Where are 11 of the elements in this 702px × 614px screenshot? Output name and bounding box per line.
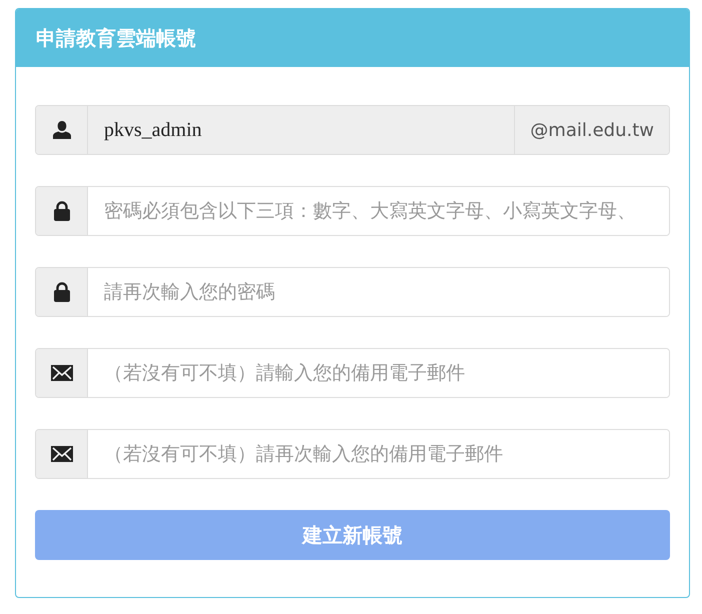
lock-icon — [52, 282, 70, 302]
user-icon — [52, 120, 72, 140]
envelope-icon — [50, 446, 72, 462]
domain-suffix: @mail.edu.tw — [514, 106, 669, 154]
input-field[interactable]: （若沒有可不填）請再次輸入您的備用電子郵件 — [35, 429, 670, 479]
input-field[interactable]: （若沒有可不填）請輸入您的備用電子郵件 — [35, 348, 670, 398]
panel-title: 申請教育雲端帳號 — [16, 9, 689, 67]
envelope-icon — [50, 365, 72, 381]
input-field[interactable]: 請再次輸入您的密碼 — [35, 267, 670, 317]
lock-icon — [52, 201, 70, 221]
input-field[interactable]: 密碼必須包含以下三項：數字、大寫英文字母、小寫英文字母、 — [35, 186, 670, 236]
